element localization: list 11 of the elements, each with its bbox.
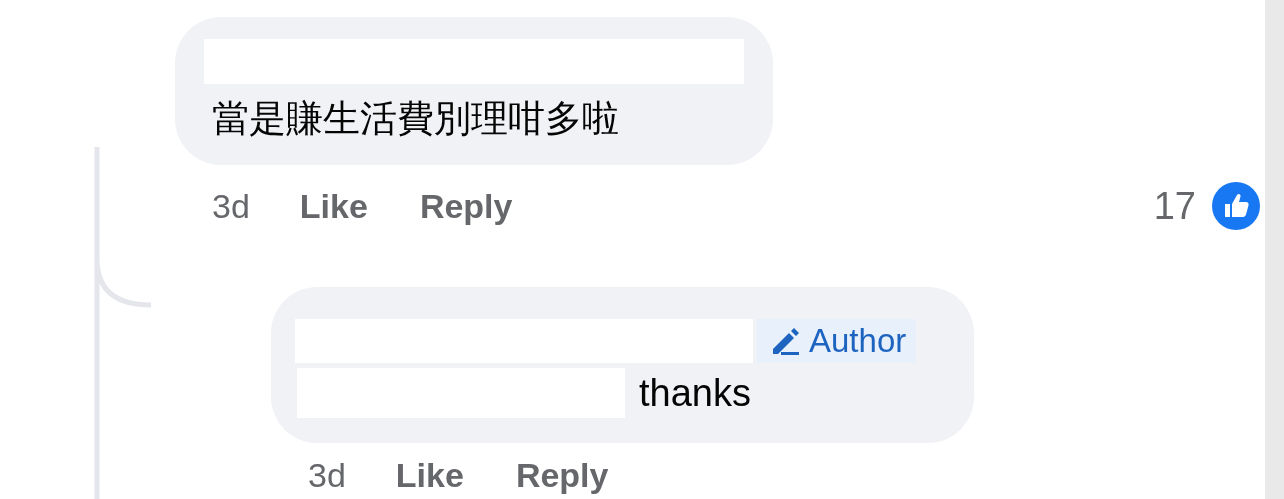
timestamp: 3d [308, 458, 346, 492]
thumbs-up-icon[interactable] [1212, 182, 1260, 230]
reply-text: thanks [639, 371, 751, 415]
reaction-count: 17 [1153, 184, 1196, 228]
comment-text: 當是賺生活費別理咁多啦 [212, 96, 620, 142]
author-label: Author [809, 322, 907, 360]
like-button[interactable]: Like [395, 458, 464, 492]
like-button[interactable]: Like [299, 186, 368, 226]
timestamp: 3d [212, 186, 250, 226]
reply-button[interactable]: Reply [419, 186, 513, 226]
reply-button[interactable]: Reply [515, 458, 609, 492]
